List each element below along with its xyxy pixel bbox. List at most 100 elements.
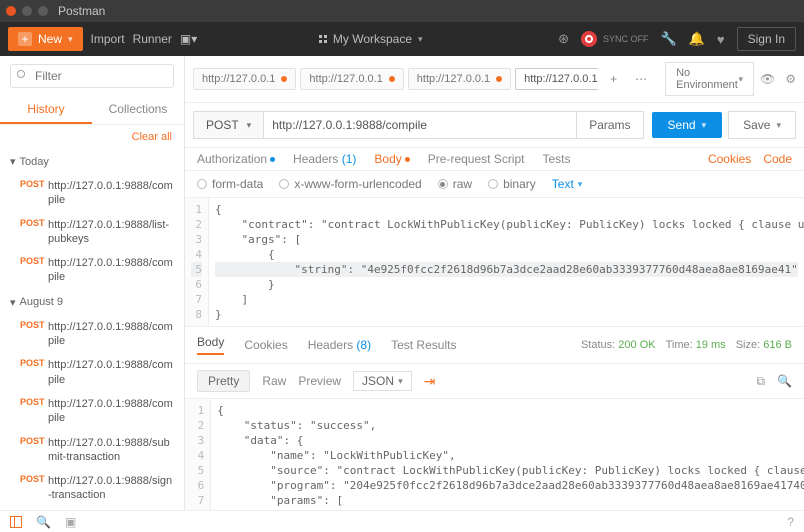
new-window-icon[interactable]: ▣▾ <box>180 32 197 46</box>
method-badge: POST <box>20 436 42 446</box>
find-icon[interactable]: 🔍 <box>36 515 51 529</box>
params-button[interactable]: Params <box>577 111 643 139</box>
tabs-menu-button[interactable]: ⋯ <box>629 72 653 86</box>
window-minimize-icon[interactable] <box>22 6 32 16</box>
cookies-link[interactable]: Cookies <box>708 152 751 166</box>
dirty-dot-icon <box>389 76 395 82</box>
chevron-down-icon: ▾ <box>10 296 16 309</box>
filter-input[interactable] <box>10 64 174 88</box>
console-icon[interactable]: ▣ <box>65 515 76 529</box>
request-tab[interactable]: http://127.0.0.1 <box>515 68 598 90</box>
heart-icon[interactable]: ♥ <box>717 32 725 47</box>
resp-tab-headers[interactable]: Headers (8) <box>308 338 371 352</box>
format-select[interactable]: JSON▾ <box>353 371 412 391</box>
workspace-selector[interactable]: My Workspace ▾ <box>319 32 423 46</box>
history-item[interactable]: POSThttp://127.0.0.1:9888/build-transact… <box>0 508 184 510</box>
method-badge: POST <box>20 358 42 368</box>
response-body-viewer[interactable]: 123456789101112131415161718192021222324 … <box>185 399 804 510</box>
add-tab-button[interactable]: + <box>604 72 623 86</box>
history-group[interactable]: ▾August 9 <box>0 290 184 315</box>
code-link[interactable]: Code <box>763 152 792 166</box>
method-badge: POST <box>20 218 42 228</box>
satellite-icon[interactable]: ⊛ <box>558 31 569 47</box>
resp-tab-tests[interactable]: Test Results <box>391 338 456 352</box>
sync-status-icon[interactable] <box>581 31 597 47</box>
pretty-button[interactable]: Pretty <box>197 370 250 392</box>
chevron-down-icon: ▾ <box>418 34 423 45</box>
body-type-row: form-data x-www-form-urlencoded raw bina… <box>185 171 804 198</box>
status-label: Status: 200 OK <box>581 339 656 351</box>
window-maximize-icon[interactable] <box>38 6 48 16</box>
import-button[interactable]: Import <box>91 32 125 46</box>
wrap-lines-icon[interactable]: ⇥ <box>424 373 436 390</box>
grid-icon <box>319 35 327 43</box>
help-icon[interactable]: ? <box>787 515 794 529</box>
radio-form-data[interactable]: form-data <box>197 177 263 191</box>
radio-binary[interactable]: binary <box>488 177 536 191</box>
chevron-down-icon: ▾ <box>738 74 743 85</box>
history-item[interactable]: POST http://127.0.0.1:9888/compile <box>0 392 184 431</box>
history-url: http://127.0.0.1:9888/sign-transaction <box>48 474 174 503</box>
new-button[interactable]: + New ▾ <box>8 27 83 51</box>
new-label: New <box>38 32 62 46</box>
window-close-icon[interactable] <box>6 6 16 16</box>
resp-tab-cookies[interactable]: Cookies <box>244 338 287 352</box>
tab-collections[interactable]: Collections <box>92 96 184 124</box>
history-item[interactable]: POST http://127.0.0.1:9888/compile <box>0 174 184 213</box>
request-tab[interactable]: http://127.0.0.1 <box>300 68 403 90</box>
tab-history[interactable]: History <box>0 96 92 124</box>
history-url: http://127.0.0.1:9888/compile <box>48 179 174 208</box>
send-button[interactable]: Send ▾ <box>652 112 723 138</box>
runner-button[interactable]: Runner <box>133 32 172 46</box>
method-label: POST <box>206 118 239 132</box>
method-badge: POST <box>20 397 42 407</box>
raw-button[interactable]: Raw <box>262 374 286 388</box>
environment-select[interactable]: No Environment ▾ <box>665 62 754 96</box>
workspace-label: My Workspace <box>333 32 412 46</box>
search-icon[interactable]: 🔍 <box>777 374 792 389</box>
request-tab[interactable]: http://127.0.0.1 <box>408 68 511 90</box>
history-list: ▾Today POST http://127.0.0.1:9888/compile P… <box>0 149 184 510</box>
radio-raw[interactable]: raw <box>438 177 472 191</box>
panel-layout-icon[interactable] <box>10 516 22 528</box>
history-item[interactable]: POSThttp://127.0.0.1:9888/compile <box>0 315 184 354</box>
resp-tab-body[interactable]: Body <box>197 335 224 355</box>
save-button[interactable]: Save ▾ <box>728 111 796 139</box>
clear-all-link[interactable]: Clear all <box>0 125 184 149</box>
signin-button[interactable]: Sign In <box>737 27 796 51</box>
tab-authorization[interactable]: Authorization <box>197 152 275 166</box>
send-label: Send <box>668 118 696 132</box>
history-item[interactable]: POSThttp://127.0.0.1:9888/compile <box>0 353 184 392</box>
sync-label: SYNC OFF <box>603 34 649 44</box>
raw-type-select[interactable]: Text▾ <box>552 177 583 191</box>
tab-headers[interactable]: Headers (1) <box>293 152 356 166</box>
method-badge: POST <box>20 179 42 189</box>
method-select[interactable]: POST ▾ <box>193 111 264 139</box>
request-tabs-row: http://127.0.0.1http://127.0.0.1http://1… <box>185 56 804 103</box>
history-item[interactable]: POSThttp://127.0.0.1:9888/sign-transacti… <box>0 469 184 508</box>
history-item[interactable]: POSThttp://127.0.0.1:9888/compile <box>0 251 184 290</box>
tab-body[interactable]: Body <box>374 152 409 166</box>
radio-urlencoded[interactable]: x-www-form-urlencoded <box>279 177 421 191</box>
history-item[interactable]: POST http://127.0.0.1:9888/submit-transac… <box>0 431 184 470</box>
gear-icon[interactable]: ⚙ <box>785 72 796 86</box>
history-item[interactable]: POST http://127.0.0.1:9888/list-pubkeys <box>0 213 184 252</box>
notifications-icon[interactable]: 🔔 <box>689 31 705 47</box>
app-title: Postman <box>58 4 105 18</box>
history-url: http://127.0.0.1:9888/submit-transaction <box>48 436 174 465</box>
titlebar: Postman <box>0 0 804 22</box>
url-input[interactable] <box>264 111 577 139</box>
preview-button[interactable]: Preview <box>298 374 341 388</box>
tab-prerequest[interactable]: Pre-request Script <box>428 152 525 166</box>
history-url: http://127.0.0.1:9888/list-pubkeys <box>48 218 174 247</box>
request-tab[interactable]: http://127.0.0.1 <box>193 68 296 90</box>
size-label: Size: 616 B <box>736 339 792 351</box>
request-subtabs: Authorization Headers (1) Body Pre-reque… <box>185 148 804 171</box>
wrench-icon[interactable]: 🔧 <box>661 31 677 47</box>
tab-tests[interactable]: Tests <box>542 152 570 166</box>
eye-icon[interactable]: 👁 <box>760 72 775 86</box>
request-body-editor[interactable]: 12345678 { "contract": "contract LockWit… <box>185 198 804 327</box>
history-group[interactable]: ▾Today <box>0 149 184 174</box>
copy-icon[interactable]: ⧉ <box>756 374 765 389</box>
history-url: http://127.0.0.1:9888/compile <box>48 397 174 426</box>
